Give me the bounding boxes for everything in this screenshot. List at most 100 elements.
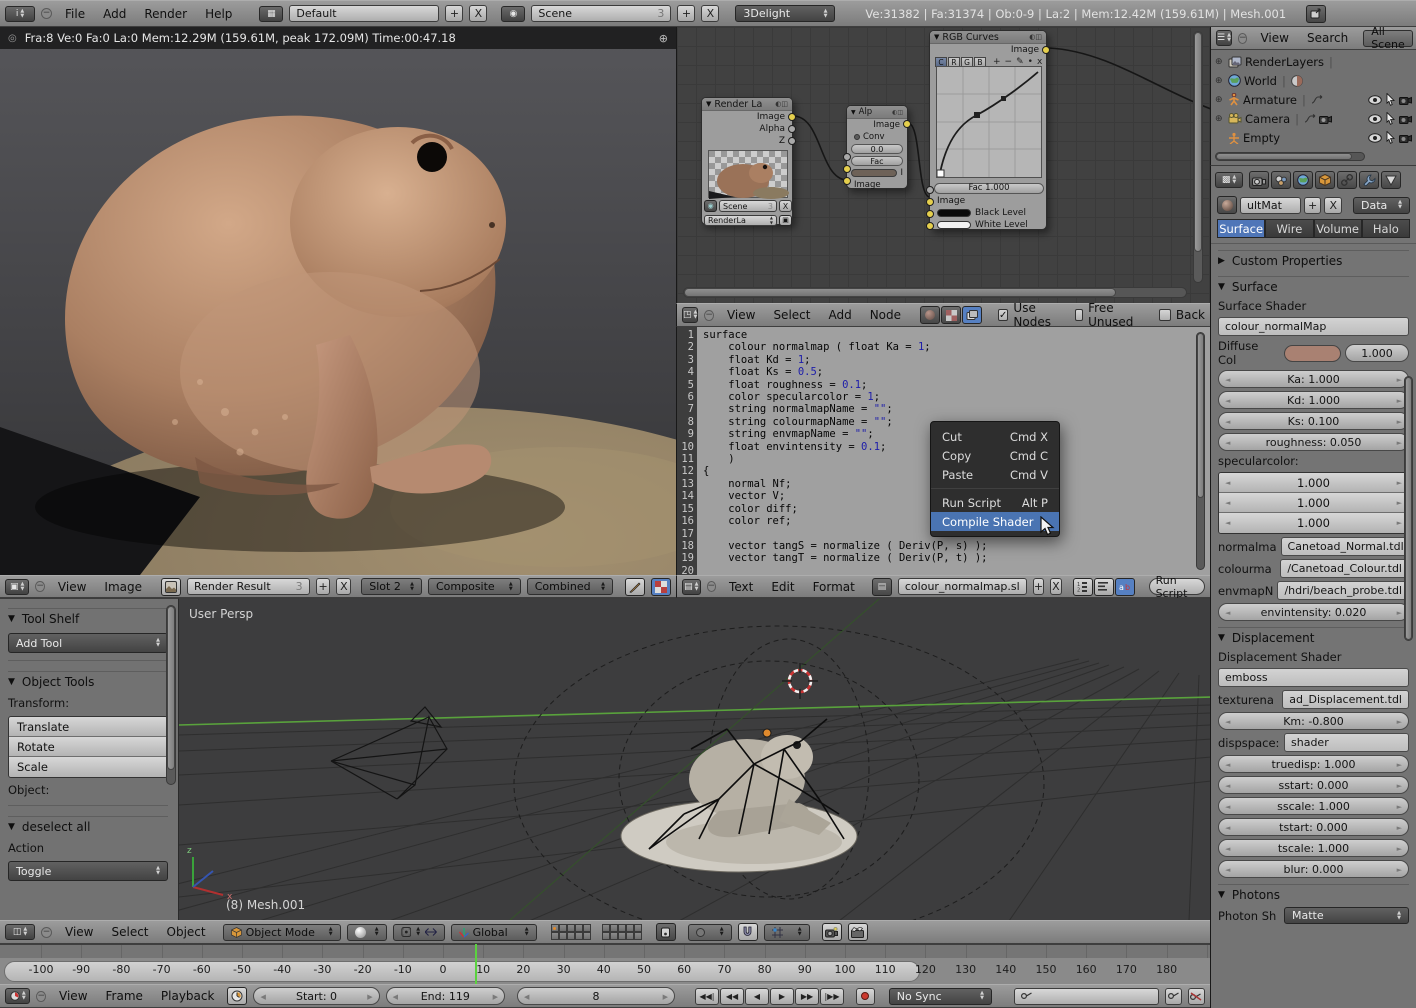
panel-surface[interactable]: ▼Surface [1218,276,1409,296]
word-wrap-toggle-icon[interactable] [1094,578,1114,596]
layer-cell[interactable] [634,924,642,932]
eye-icon[interactable] [1368,114,1382,124]
modifier-icon[interactable] [1359,171,1379,189]
dispspace-field-value[interactable]: shader [1284,733,1409,752]
photon-shader-dropdown-value[interactable]: Matte▲▼ [1284,907,1409,924]
outliner-item-camera[interactable]: ⊕Camera| [1211,109,1416,128]
texture-icon[interactable] [1291,75,1303,87]
toolshelf-vscrollbar[interactable] [166,605,176,785]
slot-dropdown[interactable]: Slot 2▲▼ [361,578,422,595]
layer-cell[interactable] [618,932,626,940]
layer-grid-1[interactable] [551,924,591,940]
timeline-ruler[interactable]: -100-90-80-70-60-50-40-30-20-10010203040… [0,958,1210,984]
sscale-slider[interactable]: ◄sscale: 1.000► [1218,797,1409,815]
curves-white-level[interactable]: White Level [930,219,1046,231]
sstart-slider[interactable]: ◄sstart: 0.000► [1218,776,1409,794]
render-icon[interactable] [1249,171,1269,189]
image-datablock-field[interactable]: Render Result3 [187,578,310,595]
menu-node[interactable]: Node [863,308,908,322]
timeline-collapse-icon[interactable]: − [36,991,46,1002]
menu-add[interactable]: Add [821,308,858,322]
play-button[interactable]: ▶ [770,988,794,1005]
timeline-upper-strip[interactable] [0,944,1210,958]
viewport-editor-selector[interactable]: ◫▲▼ [5,924,35,940]
layer-cell[interactable] [626,924,634,932]
render-anim-opengl-icon[interactable] [848,923,868,941]
delete-keyframe-button[interactable] [1188,988,1205,1005]
panel-displacement[interactable]: ▼Displacement [1218,627,1409,647]
curves-black-level[interactable]: Black Level [930,207,1046,219]
scene-close-button[interactable]: X [701,5,719,22]
curve-widget[interactable] [936,66,1042,178]
current-frame-line[interactable] [475,944,477,984]
node-render-button[interactable]: ▣ [779,215,792,226]
scene-add-button[interactable]: + [677,5,695,22]
alpha-conv-toggle[interactable]: Conv [847,131,907,143]
eye-icon[interactable] [1368,95,1382,105]
expand-icon[interactable]: ⊕ [1215,114,1225,124]
alpha-socket-out[interactable] [903,120,911,128]
menu-view[interactable]: View [52,989,94,1003]
alpha-socket-image-in[interactable] [843,177,851,185]
collapse-menu-icon[interactable]: − [41,8,52,19]
snap-magnet-icon[interactable] [738,923,758,941]
image-alpha-toggle-icon[interactable] [651,578,671,596]
screen-layout-icon[interactable]: ▦ [259,6,283,22]
layer-cell[interactable] [551,924,559,932]
scene-icon[interactable] [1271,171,1291,189]
translate-button[interactable]: Translate [9,717,167,737]
layer-cell[interactable] [602,932,610,940]
layer-cell[interactable] [559,924,567,932]
screen-close-button[interactable]: X [469,5,487,22]
specularcolor-sliders-value[interactable]: ◄1.000► [1219,493,1408,513]
material-preview-icon[interactable] [1217,196,1237,214]
pass-dropdown[interactable]: Combined▲▼ [527,578,613,595]
envmap-field-value[interactable]: /hdri/beach_probe.tdl [1277,581,1409,600]
layer-cell[interactable] [583,932,591,940]
jump-start-button[interactable]: ◀◀| [695,988,719,1005]
image-close-button[interactable]: X [336,578,351,595]
blur-slider[interactable]: ◄blur: 0.000► [1218,860,1409,878]
menu-edit[interactable]: Edit [764,580,801,594]
outliner-scope-dropdown[interactable]: All Scene [1363,30,1413,47]
outliner-selector[interactable]: ☰▲▼ [1216,30,1232,46]
render-layer-node[interactable]: ▼Render La◐◫ Image Alpha Z ◉ Scene3 X Re… [701,97,793,225]
pin-icon[interactable]: ◎ [8,33,17,44]
panel-plus-icon[interactable]: ⊕ [659,32,668,45]
pivot-dropdown[interactable]: ▲▼ [393,924,445,941]
menu-select[interactable]: Select [766,308,817,322]
context-run-script[interactable]: Run ScriptAlt P [931,493,1059,512]
mode-dropdown[interactable]: Object Mode▲▼ [223,924,341,941]
node-tree-material-icon[interactable] [920,306,940,324]
layer-cell[interactable] [618,924,626,932]
menu-render[interactable]: Render [137,7,194,21]
frame-start-slider[interactable]: ◀Start: 0▶ [253,987,379,1005]
rotate-button[interactable]: Rotate [9,737,167,757]
next-keyframe-button[interactable]: ▶▶ [795,988,819,1005]
orientation-dropdown[interactable]: Global▲▼ [451,924,537,941]
camera-restrict-icon[interactable] [1399,114,1412,124]
text-collapse-icon[interactable]: − [707,581,717,592]
camera-data-icon[interactable] [1319,114,1332,124]
rgb-curves-node[interactable]: ▼RGB Curves◐◫ Image CRGB +−✎•x Fac 1.000… [929,30,1047,230]
context-copy[interactable]: CopyCmd C [931,446,1059,465]
tscale-slider[interactable]: ◄tscale: 1.000► [1218,839,1409,857]
menu-text[interactable]: Text [722,580,760,594]
km-slider[interactable]: ◄Km: -0.800► [1218,712,1409,730]
material-add-button[interactable]: + [1304,197,1322,214]
menu-file[interactable]: File [58,7,92,21]
menu-format[interactable]: Format [806,580,862,594]
eye-icon[interactable] [1368,133,1382,143]
cursor-icon[interactable] [1386,112,1395,125]
properties-vscrollbar[interactable] [1404,376,1413,641]
cursor-icon[interactable] [1386,93,1395,106]
alpha-node[interactable]: ▼Alp◐◫ Image Conv 0.0 Fac I Image [846,105,908,189]
action-toggle-dropdown[interactable]: Toggle▲▼ [8,861,168,881]
alpha-socket-color[interactable] [843,165,851,173]
truedisp-slider[interactable]: ◄truedisp: 1.000► [1218,755,1409,773]
curves-fac-slider[interactable]: Fac 1.000 [934,182,1044,194]
node-tree-composite-icon[interactable] [962,306,982,324]
frame-end-slider[interactable]: ◀End: 119▶ [386,987,505,1005]
snap-element-dropdown[interactable]: ▲▼ [764,924,810,941]
panel-photons[interactable]: ▼Photons [1218,884,1409,904]
